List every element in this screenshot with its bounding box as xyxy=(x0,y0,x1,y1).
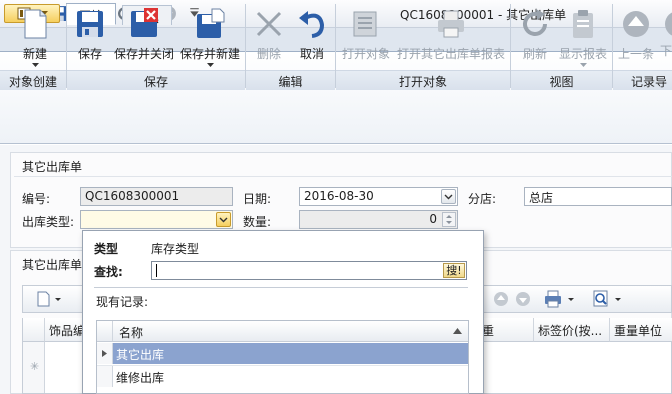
down-icon xyxy=(516,292,530,306)
out-type-label: 出库类型: xyxy=(22,215,75,229)
save-icon xyxy=(77,11,103,37)
chevron-down-icon xyxy=(579,63,587,67)
new-button[interactable]: 新建 xyxy=(8,4,62,67)
show-report-button[interactable]: 显示报表 xyxy=(556,4,610,67)
refresh-button[interactable]: 刷新 xyxy=(514,4,556,66)
popup-search-button[interactable]: 搜! xyxy=(443,263,465,278)
popup-search-input[interactable]: 搜! xyxy=(151,261,467,280)
group-label-save: 保存 xyxy=(67,70,245,90)
branch-field[interactable]: 总店 xyxy=(524,187,672,206)
new-row-button[interactable] xyxy=(35,290,65,308)
popup-search-label: 查找: xyxy=(94,265,123,279)
group-label-create: 对象创建 xyxy=(0,70,66,90)
chevron-down-icon xyxy=(219,217,228,223)
row-pointer-icon xyxy=(102,350,107,357)
save-new-button[interactable]: 保存并新建 xyxy=(178,4,242,67)
up-icon xyxy=(494,292,508,306)
save-new-icon xyxy=(197,8,225,38)
popup-type-value: 库存类型 xyxy=(151,242,200,256)
list-item-name: 维修出库 xyxy=(116,371,165,385)
list-item[interactable]: 其它出库 xyxy=(97,343,468,364)
group-label-edit: 编辑 xyxy=(246,70,335,90)
group-label-view: 视图 xyxy=(511,70,612,90)
new-document-icon xyxy=(37,291,61,307)
toolbar-up-button[interactable] xyxy=(493,291,509,310)
grid-row-indicator: ✳ xyxy=(23,342,45,393)
clipboard-icon xyxy=(573,10,593,38)
undo-icon xyxy=(299,11,325,38)
detail-section-title: 其它出库单 xyxy=(22,258,83,272)
up-arrow-icon xyxy=(623,11,649,37)
code-label: 编号: xyxy=(22,192,51,206)
printer-icon xyxy=(545,290,574,308)
list-item-name: 其它出库 xyxy=(116,348,165,362)
save-button[interactable]: 保存 xyxy=(70,4,110,66)
text-cursor xyxy=(156,264,157,277)
section-divider xyxy=(14,176,672,177)
date-field[interactable]: 2016-08-30 xyxy=(299,187,458,206)
out-type-dropdown-button[interactable] xyxy=(216,212,231,227)
list-header[interactable]: 名称 xyxy=(97,321,468,342)
qty-label: 数量: xyxy=(243,215,272,229)
sort-ascending-icon xyxy=(453,328,462,334)
open-object-icon xyxy=(353,11,377,37)
section-title: 其它出库单 xyxy=(22,160,83,174)
grid-row-header-corner xyxy=(23,318,45,342)
grid-header-cell[interactable]: 重量单位 xyxy=(610,318,672,342)
chevron-down-icon xyxy=(444,194,453,200)
qty-field[interactable]: 0 xyxy=(299,210,458,229)
group-label-nav: 记录导 xyxy=(613,70,672,90)
list-header-name: 名称 xyxy=(119,326,144,340)
qty-spinner[interactable] xyxy=(442,212,456,227)
out-type-field[interactable] xyxy=(80,210,233,229)
new-document-icon xyxy=(24,9,47,39)
list-item[interactable]: 维修出库 xyxy=(97,365,468,387)
chevron-down-icon xyxy=(31,63,39,67)
row-selector xyxy=(97,366,113,387)
group-label-open: 打开对象 xyxy=(336,70,510,90)
cancel-button[interactable]: 取消 xyxy=(292,4,332,66)
popup-divider xyxy=(94,287,468,288)
refresh-icon xyxy=(523,9,547,36)
down-arrow-icon xyxy=(665,12,672,36)
code-field[interactable]: QC1608300001 xyxy=(80,187,233,206)
date-label: 日期: xyxy=(243,192,272,206)
chevron-down-icon xyxy=(206,63,214,67)
branch-label: 分店: xyxy=(468,192,497,206)
toolbar-down-button[interactable] xyxy=(515,291,531,310)
print-report-button[interactable]: 打开其它出库单报表 xyxy=(396,4,506,66)
toolbar-print-button[interactable] xyxy=(543,289,579,309)
prev-record-button[interactable]: 上一条 xyxy=(616,4,656,66)
new-row-star-icon: ✳ xyxy=(30,360,40,373)
grid-header-cell[interactable]: 饰品编 xyxy=(45,318,85,342)
delete-icon xyxy=(256,11,282,37)
save-close-button[interactable]: 保存并关闭 xyxy=(113,4,175,66)
popup-records-label: 现有记录: xyxy=(96,295,149,309)
delete-button[interactable]: 删除 xyxy=(250,4,288,66)
save-close-icon xyxy=(131,8,158,37)
printer-icon xyxy=(438,10,464,38)
grid-header-cell[interactable]: 标签价(按... xyxy=(534,318,610,342)
date-dropdown-button[interactable] xyxy=(441,189,456,204)
magnifier-icon xyxy=(593,290,621,307)
qty-value: 0 xyxy=(429,212,437,226)
next-record-button[interactable]: 下 xyxy=(656,4,672,66)
popup-type-label: 类型 xyxy=(94,242,119,256)
toolbar-search-button[interactable] xyxy=(591,289,625,309)
open-object-button[interactable]: 打开对象 xyxy=(340,4,392,66)
row-selector xyxy=(97,343,113,364)
grid-header-cell[interactable]: 重 xyxy=(478,318,534,342)
date-value: 2016-08-30 xyxy=(304,189,374,203)
list-header-corner xyxy=(97,321,113,341)
spinner-arrows-icon xyxy=(446,215,452,224)
